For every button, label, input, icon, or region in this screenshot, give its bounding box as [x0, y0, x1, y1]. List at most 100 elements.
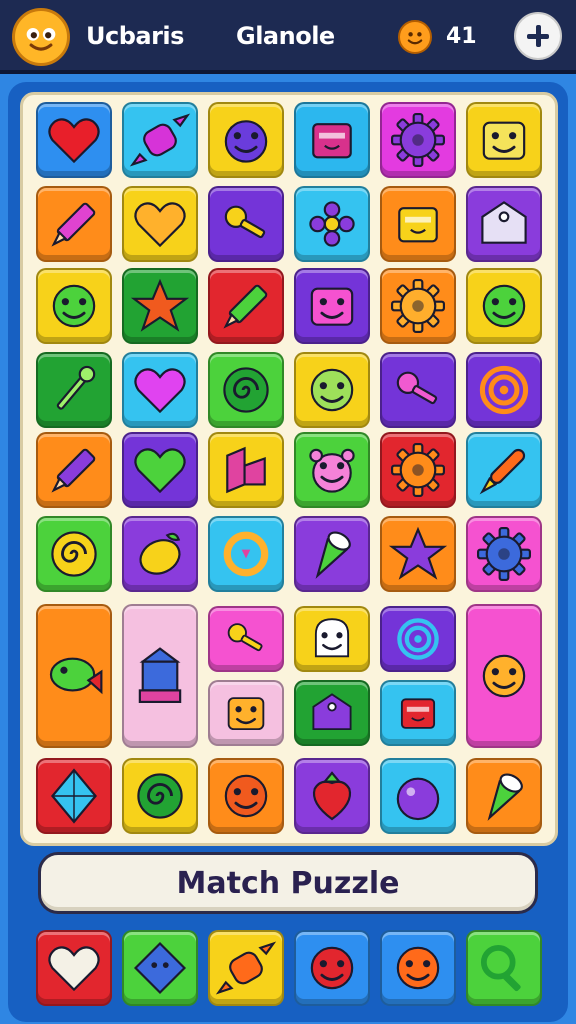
grid-tile[interactable] [380, 268, 456, 344]
heart-icon [48, 118, 100, 164]
game-title: Glanole [236, 22, 335, 50]
tag-icon [481, 201, 527, 244]
search-icon [480, 944, 521, 992]
player-name: Ucbaris [86, 22, 184, 50]
ring-icon [223, 531, 269, 577]
grid-tile[interactable] [380, 516, 456, 592]
box-icon [312, 123, 352, 159]
grid-tile[interactable] [466, 186, 542, 262]
grid-tile[interactable] [36, 352, 112, 428]
grid-tile[interactable] [294, 758, 370, 834]
tray-tile[interactable] [122, 930, 198, 1006]
add-coins-button[interactable] [514, 12, 562, 60]
grid-tile[interactable] [294, 102, 370, 178]
smiley-icon [26, 28, 56, 51]
pencil-icon [51, 202, 96, 247]
grid-tile[interactable] [208, 432, 284, 508]
grid-tile[interactable] [208, 680, 284, 746]
monster-icon [309, 448, 355, 493]
grid-tile[interactable] [208, 758, 284, 834]
grid-tile[interactable] [294, 516, 370, 592]
grid-tile[interactable] [208, 606, 284, 672]
grid-tile[interactable] [380, 432, 456, 508]
key-icon [227, 623, 263, 652]
grid-tile[interactable] [294, 186, 370, 262]
cone-icon [315, 531, 351, 579]
diamond-icon [133, 941, 187, 995]
pin-icon [56, 365, 96, 410]
orb-icon [396, 777, 440, 821]
smiley-icon [310, 946, 354, 990]
grid-tile-large[interactable] [466, 604, 542, 748]
smiley-icon [396, 946, 440, 990]
grid-tile[interactable] [294, 680, 370, 746]
grid-tile-large[interactable] [36, 604, 112, 748]
heart-icon [48, 946, 100, 992]
avatar[interactable] [12, 8, 70, 66]
grid-tile[interactable] [36, 186, 112, 262]
grid-tile[interactable] [122, 102, 198, 178]
target-icon [479, 365, 529, 415]
grid-tile[interactable] [122, 268, 198, 344]
rocket-icon [479, 448, 526, 495]
tray-tile[interactable] [466, 930, 542, 1006]
grid-tile[interactable] [466, 516, 542, 592]
grid-tile[interactable] [380, 758, 456, 834]
tower-icon [138, 647, 182, 703]
lemon-icon [139, 532, 181, 575]
kite-icon [50, 768, 98, 824]
star-icon [388, 526, 448, 580]
grid-tile[interactable] [36, 102, 112, 178]
block-face-icon [227, 697, 265, 731]
grid-tile[interactable] [36, 758, 112, 834]
grid-tile[interactable] [466, 432, 542, 508]
grid-tile[interactable] [294, 432, 370, 508]
fish-icon [49, 657, 103, 695]
grid-tile-large[interactable] [122, 604, 198, 748]
grid-tile[interactable] [380, 680, 456, 746]
grid-tile[interactable] [466, 268, 542, 344]
swirl-icon [223, 367, 269, 413]
smiley-icon [310, 368, 354, 412]
grid-tile[interactable] [294, 268, 370, 344]
grid-tile[interactable] [466, 102, 542, 178]
grid-tile[interactable] [36, 516, 112, 592]
gear-icon [391, 113, 445, 167]
grid-tile[interactable] [380, 102, 456, 178]
grid-tile[interactable] [208, 516, 284, 592]
tray-tile[interactable] [208, 930, 284, 1006]
grid-tile[interactable] [122, 186, 198, 262]
grid-tile[interactable] [122, 432, 198, 508]
heart-icon [134, 448, 186, 494]
heart-icon [134, 368, 186, 414]
grid-tile[interactable] [380, 606, 456, 672]
grid-tile[interactable] [122, 516, 198, 592]
pencil-icon [51, 448, 96, 493]
candy-icon [215, 941, 277, 995]
tray-tile[interactable] [380, 930, 456, 1006]
tray-tile[interactable] [36, 930, 112, 1006]
grid-tile[interactable] [36, 268, 112, 344]
grid-tile[interactable] [380, 352, 456, 428]
game-mode-title: Match Puzzle [176, 865, 400, 901]
grid-tile[interactable] [208, 268, 284, 344]
target-icon [397, 618, 439, 660]
ghost-icon [314, 618, 350, 658]
grid-tile[interactable] [466, 758, 542, 834]
grid-tile[interactable] [122, 352, 198, 428]
grid-tile[interactable] [380, 186, 456, 262]
grid-tile[interactable] [208, 186, 284, 262]
grid-tile[interactable] [466, 352, 542, 428]
tray-tile[interactable] [294, 930, 370, 1006]
cone-icon [487, 773, 523, 821]
grid-tile[interactable] [208, 102, 284, 178]
coin-count: 41 [446, 24, 477, 49]
top-bar: Ucbaris Glanole 41 [0, 0, 576, 74]
smiley-icon [482, 654, 526, 698]
grid-tile[interactable] [36, 432, 112, 508]
grid-tile[interactable] [122, 758, 198, 834]
grid-tile[interactable] [208, 352, 284, 428]
grid-tile[interactable] [294, 606, 370, 672]
block-face-icon [482, 121, 526, 160]
grid-tile[interactable] [294, 352, 370, 428]
